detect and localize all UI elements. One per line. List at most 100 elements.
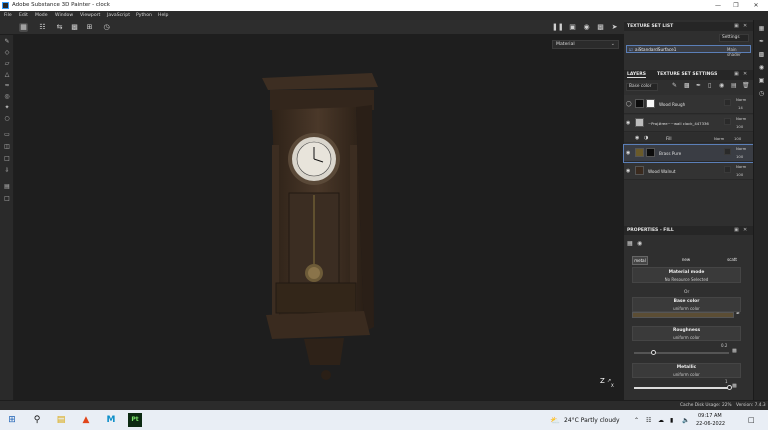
layer-opacity[interactable]: 100	[736, 172, 743, 177]
visibility-icon[interactable]: ◉	[626, 168, 630, 174]
menu-file[interactable]: File	[4, 13, 12, 18]
add-effect-icon[interactable]: ✎	[672, 82, 677, 89]
sublayer-row[interactable]: ◉ ◑ Fill Norm 100	[624, 133, 753, 143]
clock-date[interactable]: 22-06-2022	[696, 421, 725, 427]
minimize-icon[interactable]: —	[708, 1, 728, 10]
3d-viewport[interactable]	[14, 35, 624, 400]
bake-icon[interactable]: ◫	[3, 143, 11, 151]
eraser-icon[interactable]: ◇	[3, 49, 11, 57]
visibility-icon[interactable]: ◉	[626, 120, 630, 126]
texture-set-check-icon[interactable]: ☑	[629, 47, 633, 52]
network-icon[interactable]: ☷	[646, 417, 651, 424]
geometry-mask-icon[interactable]: ▭	[3, 131, 11, 139]
metallic-slider[interactable]	[634, 385, 732, 390]
layer-opacity[interactable]: 100	[734, 136, 741, 141]
menu-javascript[interactable]: JavaScript	[107, 13, 130, 18]
symmetry-icon[interactable]: ⇆	[55, 23, 64, 32]
visibility-icon[interactable]: ◉	[626, 150, 630, 156]
material-thumb-metal[interactable]: metal	[632, 256, 648, 265]
onedrive-icon[interactable]: ☁	[658, 417, 664, 424]
add-paint-layer-icon[interactable]: ✒	[696, 82, 701, 89]
paint-brush-icon[interactable]: ✎	[3, 38, 11, 46]
export-icon[interactable]: ⇩	[3, 167, 11, 175]
viewer-settings-icon[interactable]: ◉	[757, 63, 766, 72]
material-thumb-new[interactable]: new	[678, 256, 694, 265]
grid-snap-icon[interactable]: ☷	[38, 23, 47, 32]
roughness-slider-knob[interactable]	[650, 350, 656, 355]
visibility-icon[interactable]: ◯	[626, 101, 632, 107]
layer-row[interactable]: ◉ ~Proj#ree~~wall clock_447336 Norm 100	[624, 115, 753, 132]
box-icon[interactable]: □	[3, 195, 11, 203]
layer-blend-mode[interactable]: Norm	[736, 97, 746, 102]
clone-icon[interactable]: ◎	[3, 93, 11, 101]
delete-icon[interactable]: 🗑	[742, 82, 750, 89]
settings-dropdown[interactable]: Settings	[719, 34, 749, 42]
metallic-box[interactable]: Metallic uniform color	[632, 363, 741, 378]
layer-blend-mode[interactable]: Norm	[736, 164, 746, 169]
picker-icon[interactable]: ✦	[3, 104, 11, 112]
menu-mode[interactable]: Mode	[35, 13, 48, 18]
menu-viewport[interactable]: Viewport	[80, 13, 100, 18]
display-settings-icon[interactable]: ▩	[757, 50, 766, 59]
layer-blend-mode[interactable]: Norm	[736, 116, 746, 121]
tab-texture-set-settings[interactable]: TEXTURE SET SETTINGS	[657, 72, 717, 77]
roughness-slider[interactable]	[634, 350, 729, 355]
screenshot-icon[interactable]: ▩	[596, 23, 605, 32]
channel-dropdown[interactable]: Base color	[626, 83, 658, 91]
material-thumb-scatt[interactable]: scatt	[724, 256, 740, 265]
layer-opacity[interactable]: 100	[736, 154, 743, 159]
layer-row[interactable]: ◉ Wood Walnut Norm 100	[624, 163, 753, 180]
layer-blend-mode[interactable]: Norm	[736, 146, 746, 151]
float-icon[interactable]: ▣	[734, 71, 739, 77]
camera-icon[interactable]: ◉	[582, 23, 591, 32]
measure-icon[interactable]: ○	[3, 115, 11, 123]
layer-opacity[interactable]: 14	[738, 105, 743, 110]
base-color-swatch[interactable]	[632, 312, 734, 318]
notification-icon[interactable]: □	[748, 416, 755, 424]
folder-icon[interactable]: ▤	[731, 82, 737, 89]
add-fill-layer-icon[interactable]: ▯	[708, 82, 711, 89]
selection-icon[interactable]: □	[3, 155, 11, 163]
menu-window[interactable]: Window	[55, 13, 73, 18]
grid-view-icon[interactable]: ▦	[19, 23, 28, 32]
close-icon[interactable]: ✕	[746, 1, 766, 10]
history-icon[interactable]: ◷	[102, 23, 111, 32]
projection-icon[interactable]: ▱	[3, 60, 11, 68]
float-icon[interactable]: ▣	[734, 227, 739, 233]
menu-help[interactable]: Help	[158, 13, 168, 18]
material-mode-icon[interactable]: ◉	[637, 240, 642, 247]
polygon-fill-icon[interactable]: △	[3, 71, 11, 79]
brush-icon[interactable]: ✒	[757, 37, 766, 46]
brave-browser-icon[interactable]: ▲	[80, 414, 92, 426]
speaker-icon[interactable]: 🔈	[682, 417, 689, 424]
roughness-box[interactable]: Roughness uniform color	[632, 326, 741, 341]
substance-painter-taskbar-icon[interactable]: Pt	[128, 413, 142, 427]
metallic-slider-knob[interactable]	[726, 385, 732, 390]
pause-icon[interactable]: ❚❚	[552, 23, 564, 32]
close-panel-icon[interactable]: ✕	[743, 23, 747, 29]
share-icon[interactable]: ➤	[610, 23, 619, 32]
add-mask-icon[interactable]: ▩	[684, 82, 690, 89]
camera-settings-icon[interactable]: ▣	[757, 76, 766, 85]
show-hidden-icons[interactable]: ⌃	[634, 417, 639, 424]
texture-slot-icon[interactable]: ▩	[732, 348, 737, 354]
menu-python[interactable]: Python	[136, 13, 152, 18]
texture-set-item[interactable]: ☑ aiStandardSurface1 Main shader	[626, 45, 751, 57]
maximize-icon[interactable]: ❐	[726, 1, 746, 10]
tab-layers[interactable]: LAYERS	[627, 72, 646, 78]
color-picker-icon[interactable]: ✒	[736, 311, 740, 317]
material-mode-box[interactable]: Material mode No Resource Selected	[632, 267, 741, 283]
base-color-box[interactable]: Base color uniform color	[632, 297, 741, 312]
history-panel-icon[interactable]: ◷	[757, 89, 766, 98]
close-panel-icon[interactable]: ✕	[743, 227, 747, 233]
weather-text[interactable]: 24°C Partly cloudy	[564, 417, 620, 424]
battery-icon[interactable]: ▮	[670, 417, 673, 424]
search-icon[interactable]: ⚲	[31, 414, 43, 426]
clock-time[interactable]: 09:17 AM	[698, 413, 722, 419]
viewport-layout-icon[interactable]: ▣	[568, 23, 577, 32]
texture-slot-icon[interactable]: ▩	[732, 383, 737, 389]
layer-row[interactable]: ◯ Wood Rough Norm 14	[624, 95, 753, 114]
visibility-icon[interactable]: ◉	[635, 135, 639, 141]
shelf-icon[interactable]: ▦	[757, 24, 766, 33]
layer-blend-mode[interactable]: Norm	[714, 136, 724, 141]
